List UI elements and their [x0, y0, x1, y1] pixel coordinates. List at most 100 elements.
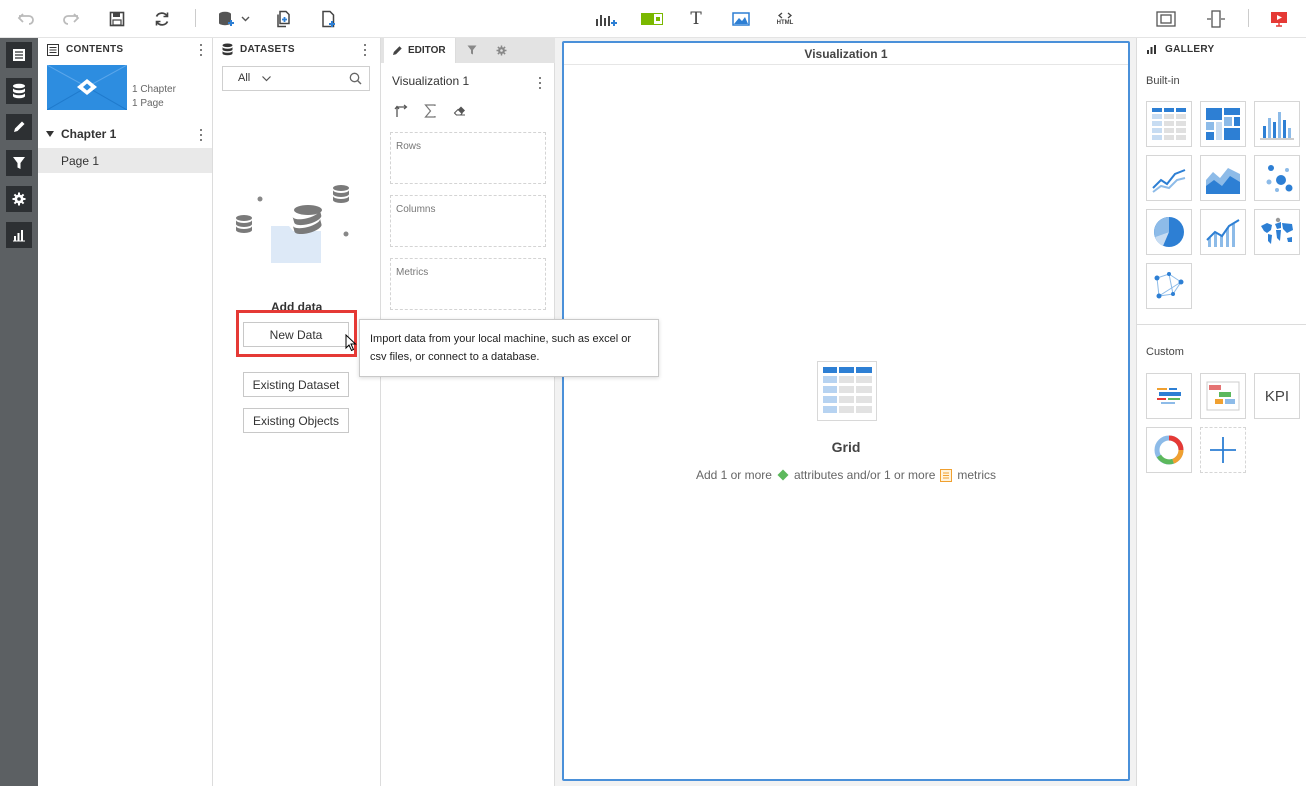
- contents-icon: [47, 44, 59, 56]
- network-icon: [1154, 272, 1184, 299]
- area-chart-icon: [1206, 168, 1240, 194]
- presentation-mode-icon[interactable]: [1267, 7, 1291, 31]
- database-icon: [222, 43, 233, 56]
- insert-html-icon[interactable]: HTML: [773, 7, 797, 31]
- gantt-chart-icon: [1206, 381, 1240, 411]
- left-rail: [0, 38, 38, 786]
- metrics-drop-zone-label: Metrics: [396, 267, 429, 278]
- contents-menu-icon[interactable]: [196, 43, 206, 57]
- gear-icon: [496, 45, 507, 56]
- plus-icon: [1210, 437, 1236, 463]
- pie-chart-icon: [1154, 217, 1184, 247]
- eraser-icon[interactable]: [453, 104, 467, 118]
- chapter-item[interactable]: Chapter 1: [61, 127, 116, 141]
- gear-icon: [12, 192, 26, 206]
- sigma-icon[interactable]: [424, 104, 437, 118]
- gallery-word-cloud[interactable]: [1146, 373, 1192, 419]
- gallery-area-chart[interactable]: [1200, 155, 1246, 201]
- vertical-bar-icon: [1260, 112, 1294, 140]
- gallery-gantt[interactable]: [1200, 373, 1246, 419]
- responsive-view-icon[interactable]: [1204, 7, 1228, 31]
- insert-image-icon[interactable]: [729, 7, 753, 31]
- gallery-network[interactable]: [1146, 263, 1192, 309]
- gallery-kpi[interactable]: KPI: [1254, 373, 1300, 419]
- gallery-grid[interactable]: [1146, 101, 1192, 147]
- editor-panel-button[interactable]: [6, 114, 32, 140]
- combo-chart-icon: [1206, 219, 1240, 247]
- search-icon[interactable]: [349, 72, 362, 85]
- chapter-count: 1 Chapter: [132, 84, 176, 95]
- pencil-icon: [14, 121, 25, 132]
- fit-to-page-icon[interactable]: [1154, 7, 1178, 31]
- duplicate-page-icon[interactable]: [272, 7, 296, 31]
- contents-panel-button[interactable]: [6, 42, 32, 68]
- columns-drop-zone[interactable]: Columns: [390, 195, 546, 247]
- gallery-panel-button[interactable]: [6, 222, 32, 248]
- visualization-menu-icon[interactable]: [535, 76, 545, 90]
- bar-chart-icon: [1147, 45, 1156, 54]
- page-item-label: Page 1: [61, 154, 100, 168]
- add-data-menu-icon[interactable]: [215, 7, 253, 31]
- existing-objects-button[interactable]: Existing Objects: [243, 408, 349, 433]
- insert-filter-icon[interactable]: [639, 7, 665, 31]
- top-toolbar: T HTML: [0, 0, 1306, 38]
- dataset-filter-select[interactable]: All: [238, 72, 250, 84]
- metrics-drop-zone[interactable]: Metrics: [390, 258, 546, 310]
- tab-editor[interactable]: EDITOR: [384, 38, 456, 63]
- hint-middle: attributes and/or 1 or more: [793, 468, 936, 482]
- tab-filter[interactable]: [457, 38, 487, 63]
- dataset-search-box[interactable]: All: [222, 66, 370, 91]
- datasets-panel-button[interactable]: [6, 78, 32, 104]
- new-data-tooltip: Import data from your local machine, suc…: [359, 319, 659, 377]
- word-cloud-icon: [1157, 388, 1181, 404]
- placeholder-title: Grid: [831, 439, 861, 455]
- format-panel-button[interactable]: [6, 186, 32, 212]
- gallery-bar-chart[interactable]: [1254, 101, 1300, 147]
- hint-prefix: Add 1 or more: [695, 468, 772, 482]
- insert-visualization-icon[interactable]: [592, 7, 620, 31]
- collapse-chapter-icon[interactable]: [46, 131, 54, 137]
- visualization-name[interactable]: Visualization 1: [392, 74, 469, 88]
- undo-icon[interactable]: [14, 7, 38, 31]
- chevron-down-icon[interactable]: [262, 76, 271, 82]
- datasets-menu-icon[interactable]: [360, 43, 370, 57]
- gallery-heat-map[interactable]: [1200, 101, 1246, 147]
- refresh-icon[interactable]: [150, 7, 174, 31]
- metric-icon: [940, 468, 953, 482]
- columns-drop-zone-label: Columns: [396, 204, 436, 215]
- insert-text-icon[interactable]: T: [684, 7, 708, 31]
- new-data-highlight: [236, 310, 357, 357]
- grid-chart-icon: [1152, 108, 1186, 140]
- kpi-icon: KPI: [1264, 387, 1290, 405]
- visualization-title[interactable]: Visualization 1: [804, 47, 887, 61]
- chapter-thumbnail[interactable]: [47, 65, 127, 110]
- new-page-icon[interactable]: [317, 7, 341, 31]
- page-item[interactable]: Page 1: [38, 148, 212, 173]
- bubble-chart-icon: [1266, 165, 1293, 192]
- save-icon[interactable]: [105, 7, 129, 31]
- gallery-donut[interactable]: [1146, 427, 1192, 473]
- bar-chart-icon: [13, 230, 25, 242]
- contents-icon: [13, 49, 25, 61]
- gallery-map[interactable]: [1254, 209, 1300, 255]
- placeholder-title-row: Grid: [564, 439, 1128, 455]
- contents-panel: CONTENTS 1 Chapter 1 Page Chapter 1 Page…: [38, 38, 213, 786]
- gallery-add-custom[interactable]: [1200, 427, 1246, 473]
- filter-panel-button[interactable]: [6, 150, 32, 176]
- gallery-line-chart[interactable]: [1146, 155, 1192, 201]
- gallery-combo-chart[interactable]: [1200, 209, 1246, 255]
- swap-axes-icon[interactable]: [394, 104, 408, 118]
- attribute-icon: [777, 469, 789, 481]
- gallery-bubble-chart[interactable]: [1254, 155, 1300, 201]
- rows-drop-zone[interactable]: Rows: [390, 132, 546, 184]
- heat-map-icon: [1206, 108, 1240, 140]
- visualization-container[interactable]: Visualization 1 Grid Add 1 or more attri…: [562, 41, 1130, 781]
- redo-icon[interactable]: [59, 7, 83, 31]
- visualization-title-bar: Visualization 1: [564, 43, 1128, 65]
- chapter-menu-icon[interactable]: [196, 128, 206, 142]
- existing-dataset-button[interactable]: Existing Dataset: [243, 372, 349, 397]
- tab-format[interactable]: [487, 38, 517, 63]
- tooltip-text: Import data from your local machine, suc…: [370, 333, 632, 363]
- filter-icon: [467, 45, 477, 55]
- gallery-pie-chart[interactable]: [1146, 209, 1192, 255]
